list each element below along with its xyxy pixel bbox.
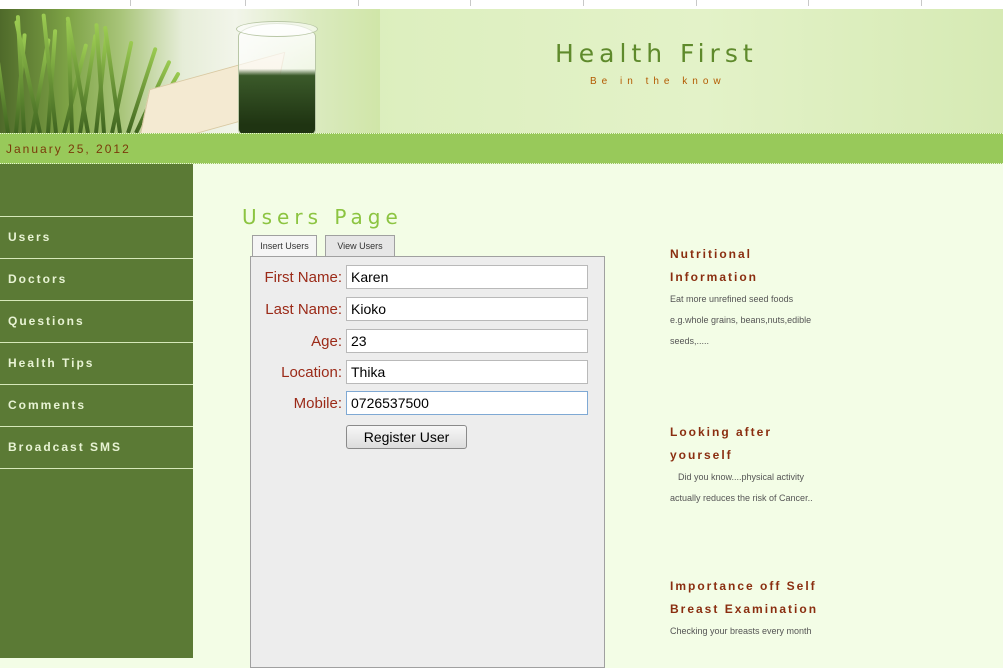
first-name-row: First Name: [251, 265, 604, 289]
ruler-tick [921, 0, 922, 6]
register-user-button[interactable]: Register User [346, 425, 467, 449]
page-title: Users Page [242, 205, 403, 229]
date-bar: January 25, 2012 [0, 133, 1003, 164]
age-row: Age: [251, 329, 604, 353]
sidebar-item-users[interactable]: Users [0, 217, 193, 259]
location-label: Location: [281, 364, 342, 381]
ruler-tick [808, 0, 809, 6]
tip-text: actually reduces the risk of Cancer.. [670, 493, 813, 503]
sidebar-item-doctors[interactable]: Doctors [0, 259, 193, 301]
last-name-label: Last Name: [265, 301, 342, 318]
sidebar-item-health-tips[interactable]: Health Tips [0, 343, 193, 385]
first-name-label: First Name: [264, 269, 342, 286]
ruler-tick [130, 0, 131, 6]
tip-self-breast-examination: Importance off Self Breast Examination C… [670, 575, 990, 642]
last-name-field[interactable] [346, 297, 588, 321]
insert-users-panel: First Name: Last Name: Age: Location: Mo… [250, 256, 605, 668]
ruler-tick [358, 0, 359, 6]
first-name-field[interactable] [346, 265, 588, 289]
mobile-label: Mobile: [293, 395, 342, 412]
site-header: Health First Be in the know [0, 9, 1003, 133]
site-tagline: Be in the know [590, 76, 726, 87]
tab-view-users[interactable]: View Users [325, 235, 395, 256]
tip-text: e.g.whole grains, beans,nuts,edible [670, 315, 812, 325]
tip-nutritional-information: Nutritional Information Eat more unrefin… [670, 243, 990, 352]
sidebar: Users Doctors Questions Health Tips Comm… [0, 164, 193, 658]
mobile-field[interactable] [346, 391, 588, 415]
age-field[interactable] [346, 329, 588, 353]
tip-text: Eat more unrefined seed foods [670, 294, 794, 304]
tip-looking-after-yourself: Looking after yourself Did you know....p… [670, 421, 990, 509]
tip-title: Looking after [670, 425, 773, 439]
tip-title: Information [670, 270, 758, 284]
location-field[interactable] [346, 360, 588, 384]
glass-graphic [238, 23, 316, 133]
last-name-row: Last Name: [251, 297, 604, 321]
tip-title: Importance off Self [670, 579, 817, 593]
tip-title: Breast Examination [670, 602, 819, 616]
tip-text: seeds,..... [670, 336, 710, 346]
ruler-tick [583, 0, 584, 6]
tab-insert-users[interactable]: Insert Users [252, 235, 317, 258]
sidebar-item-broadcast-sms[interactable]: Broadcast SMS [0, 427, 193, 469]
tip-text: Checking your breasts every month [670, 626, 812, 636]
sidebar-item-comments[interactable]: Comments [0, 385, 193, 427]
mobile-row: Mobile: [251, 391, 604, 415]
ruler-tick [470, 0, 471, 6]
glass-rim-graphic [236, 21, 318, 37]
tip-title: yourself [670, 448, 733, 462]
header-hero-image [0, 9, 380, 133]
current-date: January 25, 2012 [6, 142, 131, 156]
sidebar-item-questions[interactable]: Questions [0, 301, 193, 343]
ruler-tick [245, 0, 246, 6]
site-title: Health First [555, 39, 758, 68]
ruler-tick [696, 0, 697, 6]
tip-title: Nutritional [670, 247, 752, 261]
sidebar-nav: Users Doctors Questions Health Tips Comm… [0, 216, 193, 469]
age-label: Age: [311, 333, 342, 350]
tip-text: Did you know....physical activity [678, 472, 805, 482]
location-row: Location: [251, 360, 604, 384]
